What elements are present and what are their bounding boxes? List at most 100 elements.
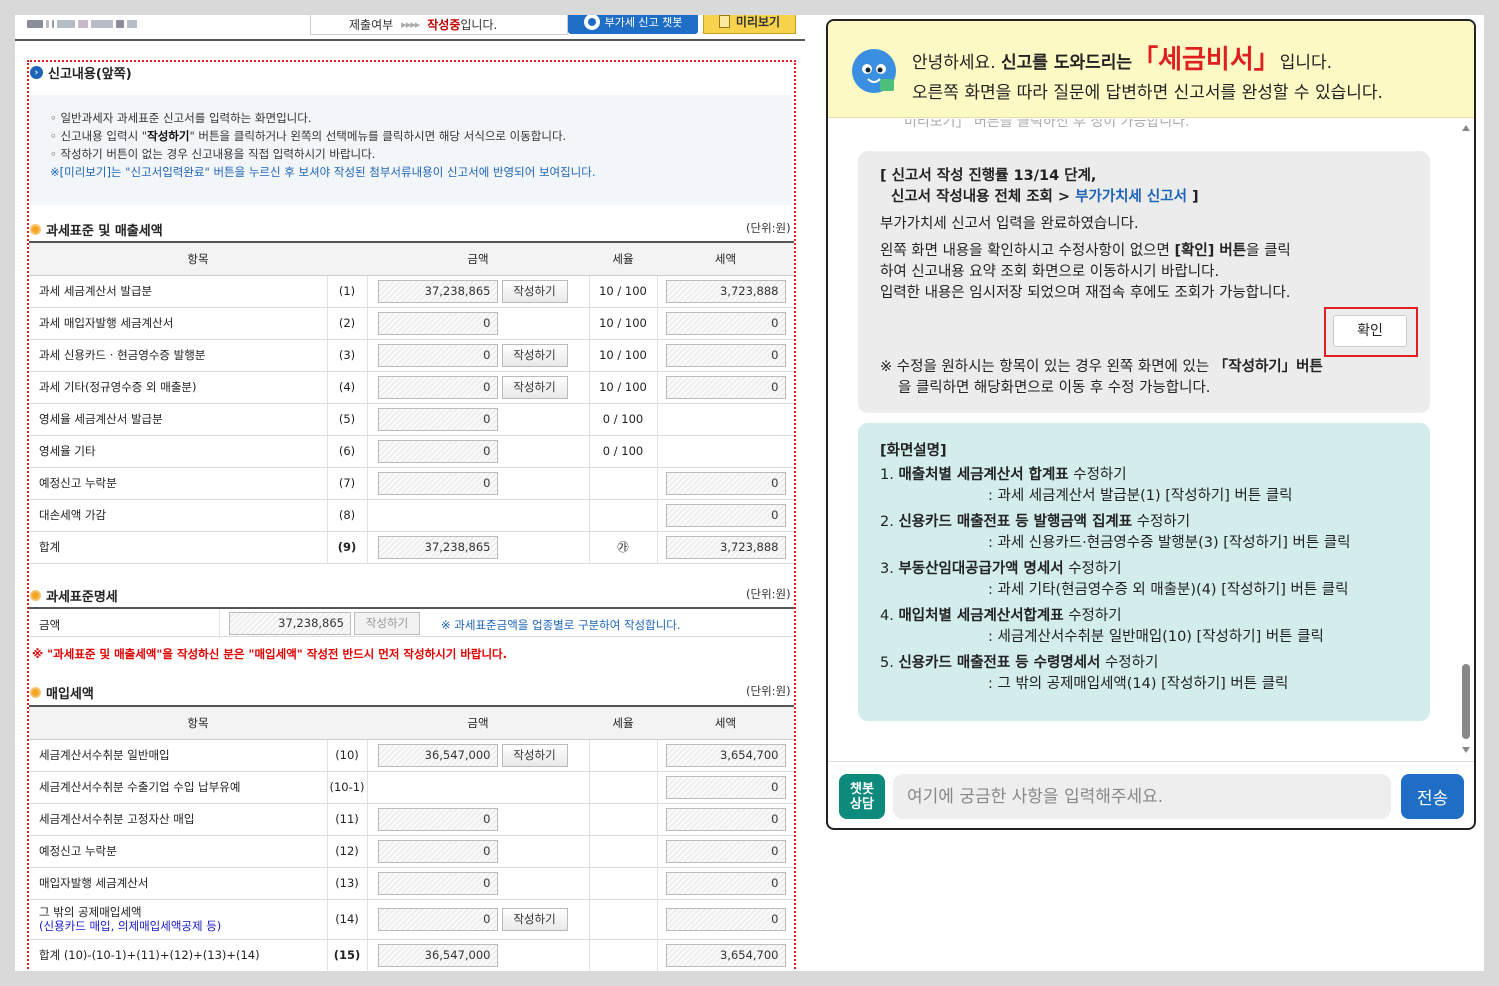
purchase-unit: (단위:원) [746, 684, 791, 698]
report-section-title-text: 신고내용(앞쪽) [48, 67, 132, 82]
tax-field[interactable]: 3,654,700 [665, 743, 786, 767]
write-button[interactable]: 작성하기 [354, 612, 420, 635]
standard-amount-field[interactable]: 37,238,865 [229, 612, 351, 635]
tax-field[interactable]: 0 [665, 775, 786, 799]
info-line: ◦ 신고내용 입력시 "작성하기" 버튼을 클릭하거나 왼쪽의 선택메뉴를 클릭… [50, 129, 567, 143]
report-pane: 제출여부 ▸▸▸▸ 작성중입니다. 부가세 신고 챗봇 미리보기 › 신고내용(앞… [15, 15, 805, 971]
write-button[interactable]: 작성하기 [501, 907, 568, 931]
confirm-button[interactable]: 확인 [1333, 315, 1407, 347]
tax-field[interactable]: 0 [665, 343, 786, 367]
vat-chatbot-button[interactable]: 부가세 신고 챗봇 [568, 15, 698, 34]
tax-field[interactable]: 3,723,888 [665, 279, 786, 303]
tax-field[interactable]: 0 [665, 871, 786, 895]
amount-field[interactable]: 36,547,000 [377, 743, 498, 767]
tax-field[interactable]: 0 [665, 907, 786, 931]
greeting-banner: 안녕하세요. 신고를 도와드리는「세금비서」입니다. 오른쪽 화면을 따라 질문… [828, 21, 1474, 118]
tax-field[interactable]: 0 [665, 311, 786, 335]
done-message: 부가가치세 신고서 입력을 완료하였습니다. [880, 216, 1139, 232]
top-bar: 제출여부 ▸▸▸▸ 작성중입니다. 부가세 신고 챗봇 미리보기 [15, 15, 805, 41]
amount-field[interactable]: 0 [377, 907, 498, 931]
report-link[interactable]: 부가가치세 신고서 [1075, 189, 1187, 205]
bullet-icon [30, 687, 41, 698]
table-row: 매입자발행 세금계산서 (13) 0 0 [29, 867, 794, 900]
bot-message: [ 신고서 작성 진행률 13/14 단계, 신고서 작성내용 전체 조회 > … [858, 151, 1430, 413]
col-header-tax: 세액 [657, 241, 794, 276]
preview-button[interactable]: 미리보기 [703, 15, 796, 34]
report-section-title: › 신고내용(앞쪽) [30, 63, 132, 82]
amount-field[interactable]: 0 [377, 439, 498, 463]
standard-row: 금액 37,238,865 작성하기 ※ 과세표준금액을 업종별로 구분하여 작… [29, 607, 794, 638]
table-row: 예정신고 누락분 (12) 0 0 [29, 835, 794, 868]
standard-note: ※ 과세표준금액을 업종별로 구분하여 작성합니다. [441, 618, 681, 632]
screen-frame: 제출여부 ▸▸▸▸ 작성중입니다. 부가세 신고 챗봇 미리보기 › 신고내용(앞… [15, 15, 1484, 971]
greeting-line1: 안녕하세요. 신고를 도와드리는「세금비서」입니다. [912, 45, 1333, 75]
edit-notice: ※ 수정을 원하시는 항목이 있는 경우 왼쪽 화면에 있는 「작성하기」버튼 … [880, 359, 1323, 396]
write-button[interactable]: 작성하기 [501, 279, 568, 303]
amount-field[interactable]: 0 [377, 375, 498, 399]
table-row: 세금계산서수취분 일반매입 (10) 36,547,000 작성하기 3,654,… [29, 739, 794, 772]
tax-field[interactable]: 0 [665, 839, 786, 863]
tax-field[interactable]: 0 [665, 807, 786, 831]
amount-field[interactable]: 0 [377, 471, 498, 495]
table-row: 예정신고 누락분 (7) 0 0 [29, 467, 794, 500]
standard-unit: (단위:원) [746, 587, 791, 601]
amount-field[interactable]: 0 [377, 343, 498, 367]
standard-section-title: 과세표준명세 [30, 586, 118, 605]
amount-field[interactable]: 0 [377, 311, 498, 335]
table-row: 그 밖의 공제매입세액 (신용카드 매입, 의제매입세액공제 등) (14) 0작… [29, 899, 794, 940]
amount-field[interactable]: 0 [377, 407, 498, 431]
sales-section-title: 과세표준 및 매출세액 [30, 220, 163, 239]
tax-field: 3,654,700 [665, 943, 786, 967]
screen-description: [화면설명] 1. 매출처별 세금계산서 합계표 수정하기: 과세 세금계산서 … [858, 423, 1430, 721]
status-suffix: 입니다. [460, 18, 498, 32]
tax-field[interactable]: 0 [665, 375, 786, 399]
list-item: 2. 신용카드 매출전표 등 발행금액 집계표 수정하기: 과세 신용카드·현금… [880, 514, 1351, 551]
table-row: 세금계산서수취분 수출기업 수입 납부유예 (10-1) 0 [29, 771, 794, 804]
send-button[interactable]: 전송 [1401, 774, 1464, 819]
scroll-up-icon[interactable] [1462, 125, 1470, 131]
amount-field[interactable]: 0 [377, 807, 498, 831]
list-item: 1. 매출처별 세금계산서 합계표 수정하기: 과세 세금계산서 발급분(1) … [880, 467, 1293, 504]
chat-input[interactable] [893, 774, 1391, 819]
info-line: ◦ 작성하기 버튼이 없는 경우 신고내용을 직접 입력하시기 바랍니다. [50, 147, 376, 161]
table-row: 과세 신용카드 · 현금영수증 발행분 (3) 0 작성하기 10 / 100 0 [29, 339, 794, 372]
info-line: ◦ 일반과세자 과세표준 신고서를 입력하는 화면입니다. [50, 111, 312, 125]
write-button[interactable]: 작성하기 [501, 343, 568, 367]
table-row-total: 합계 (9) 37,238,865 ㉮ 3,723,888 [29, 531, 794, 564]
col-header-item: 항목 [29, 241, 367, 276]
table-row: 세금계산서수취분 고정자산 매입 (11) 0 0 [29, 803, 794, 836]
status-writing: 작성중 [427, 18, 461, 32]
progress-line: 신고서 작성내용 전체 조회 > 부가가치세 신고서 ] [891, 189, 1199, 205]
scroll-thumb[interactable] [1462, 664, 1470, 739]
amount-field[interactable]: 37,238,865 [377, 279, 498, 303]
purchase-section-title: 매입세액 [30, 683, 94, 702]
write-button[interactable]: 작성하기 [501, 375, 568, 399]
chatbot-button-label: 부가세 신고 챗봇 [604, 15, 683, 29]
warning-text: ※ "과세표준 및 매출세액"을 작성하신 분은 "매입세액" 작성전 반드시 … [32, 647, 508, 661]
screen-description-title: [화면설명] [880, 443, 947, 459]
submit-label: 제출여부 [349, 18, 394, 32]
scroll-down-icon[interactable] [1462, 747, 1470, 753]
col-header-amount: 금액 [367, 241, 589, 276]
progress-arrows: ▸▸▸▸ [401, 18, 420, 31]
chat-input-bar: 챗봇상담 전송 [828, 761, 1474, 828]
table-row: 과세 매입자발행 세금계산서 (2) 0 10 / 100 0 [29, 307, 794, 340]
tax-field[interactable]: 0 [665, 471, 786, 495]
tax-field[interactable]: 0 [665, 503, 786, 527]
chatbot-window: 안녕하세요. 신고를 도와드리는「세금비서」입니다. 오른쪽 화면을 따라 질문… [826, 19, 1476, 830]
info-note: ※[미리보기]는 "신고서입력완료" 버튼을 누르신 후 보셔야 작성된 첨부서… [50, 165, 596, 179]
list-item: 4. 매입처별 세금계산서합계표 수정하기: 세금계산서수취분 일반매입(10)… [880, 608, 1324, 645]
preview-button-label: 미리보기 [735, 15, 781, 29]
purchase-table: 항목 금액 세율 세액 세금계산서수취분 일반매입 (10) 36,547,00… [29, 705, 794, 971]
progress-line: [ 신고서 작성 진행률 13/14 단계, [880, 168, 1097, 184]
list-item: 3. 부동산임대공급가액 명세서 수정하기: 과세 기타(현금영수증 외 매출분… [880, 561, 1349, 598]
amount-field[interactable]: 0 [377, 871, 498, 895]
chat-scrollbar[interactable] [1460, 121, 1472, 753]
amount-field: 37,238,865 [377, 535, 498, 559]
amount-field[interactable]: 0 [377, 839, 498, 863]
write-button[interactable]: 작성하기 [501, 743, 568, 767]
chatbot-consult-badge[interactable]: 챗봇 상담 [839, 774, 885, 819]
arrow-circle-icon: › [30, 66, 43, 79]
mascot-icon [852, 49, 896, 93]
submit-status: 제출여부 ▸▸▸▸ 작성중입니다. [310, 15, 568, 35]
